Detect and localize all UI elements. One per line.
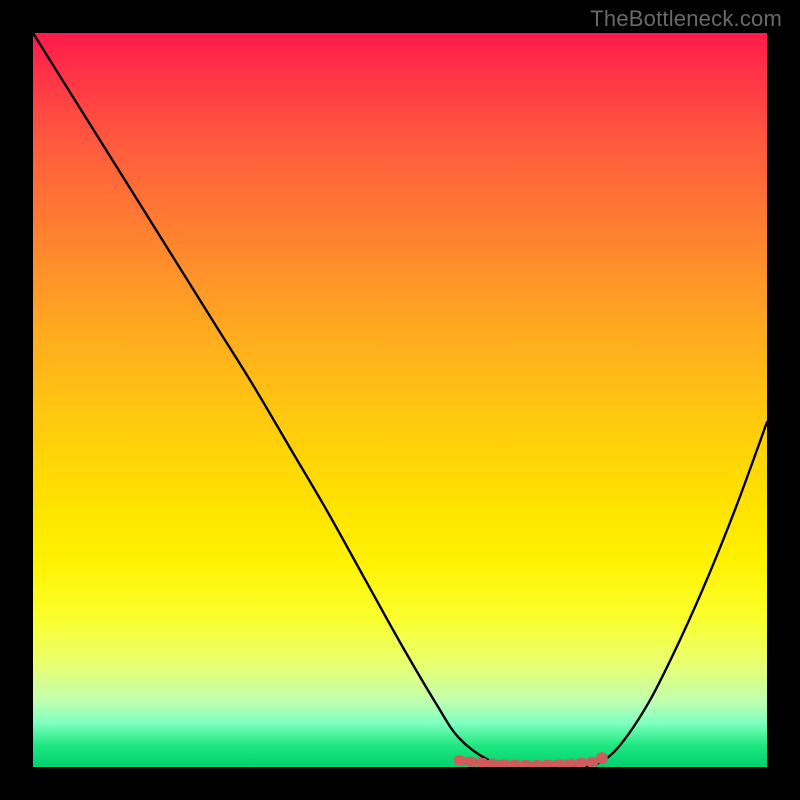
watermark-text: TheBottleneck.com [590, 6, 782, 32]
chart-container: TheBottleneck.com [0, 0, 800, 800]
plot-background [33, 33, 767, 767]
